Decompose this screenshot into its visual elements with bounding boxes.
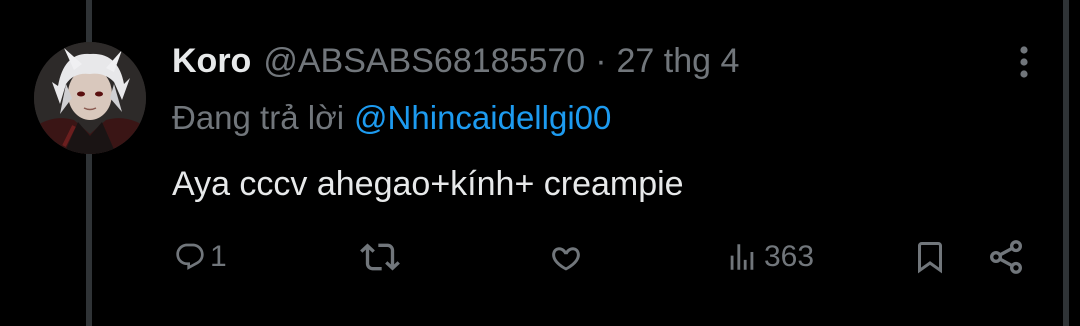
more-vertical-icon xyxy=(1020,46,1028,78)
display-name[interactable]: Koro xyxy=(172,40,251,82)
avatar[interactable] xyxy=(34,42,146,154)
tweet-actions-bar: 1 363 xyxy=(0,232,1080,282)
share-icon xyxy=(990,240,1022,274)
bookmark-button[interactable] xyxy=(912,232,948,282)
retweet-button[interactable] xyxy=(358,232,402,282)
reply-button[interactable]: 1 xyxy=(174,232,227,282)
tweet-text: Aya cccv ahegao+kính+ creampie xyxy=(172,165,684,203)
reply-count: 1 xyxy=(210,240,227,273)
share-button[interactable] xyxy=(986,232,1026,282)
retweet-icon xyxy=(360,243,400,271)
reply-icon xyxy=(176,243,204,270)
tweet-header: Koro @ABSABS68185570 · 27 thg 4 xyxy=(172,40,739,82)
bookmark-icon xyxy=(918,242,942,274)
replying-to-label: Đang trả lời xyxy=(172,99,345,136)
replying-to-line: Đang trả lời @Nhincaidellgi00 xyxy=(172,97,611,139)
user-handle[interactable]: @ABSABS68185570 xyxy=(263,40,585,82)
reply-mention-link[interactable]: @Nhincaidellgi00 xyxy=(354,99,611,136)
heart-icon xyxy=(552,247,580,271)
separator-dot: · xyxy=(595,42,607,80)
views-button[interactable]: 363 xyxy=(724,232,814,282)
avatar-image xyxy=(34,42,146,154)
views-chart-icon xyxy=(730,244,754,270)
views-count: 363 xyxy=(764,240,815,273)
timestamp[interactable]: 27 thg 4 xyxy=(617,40,740,82)
more-button[interactable] xyxy=(1004,40,1044,84)
reply-tweet[interactable]: Koro @ABSABS68185570 · 27 thg 4 Đang trả… xyxy=(0,0,1080,326)
like-button[interactable] xyxy=(548,232,584,282)
